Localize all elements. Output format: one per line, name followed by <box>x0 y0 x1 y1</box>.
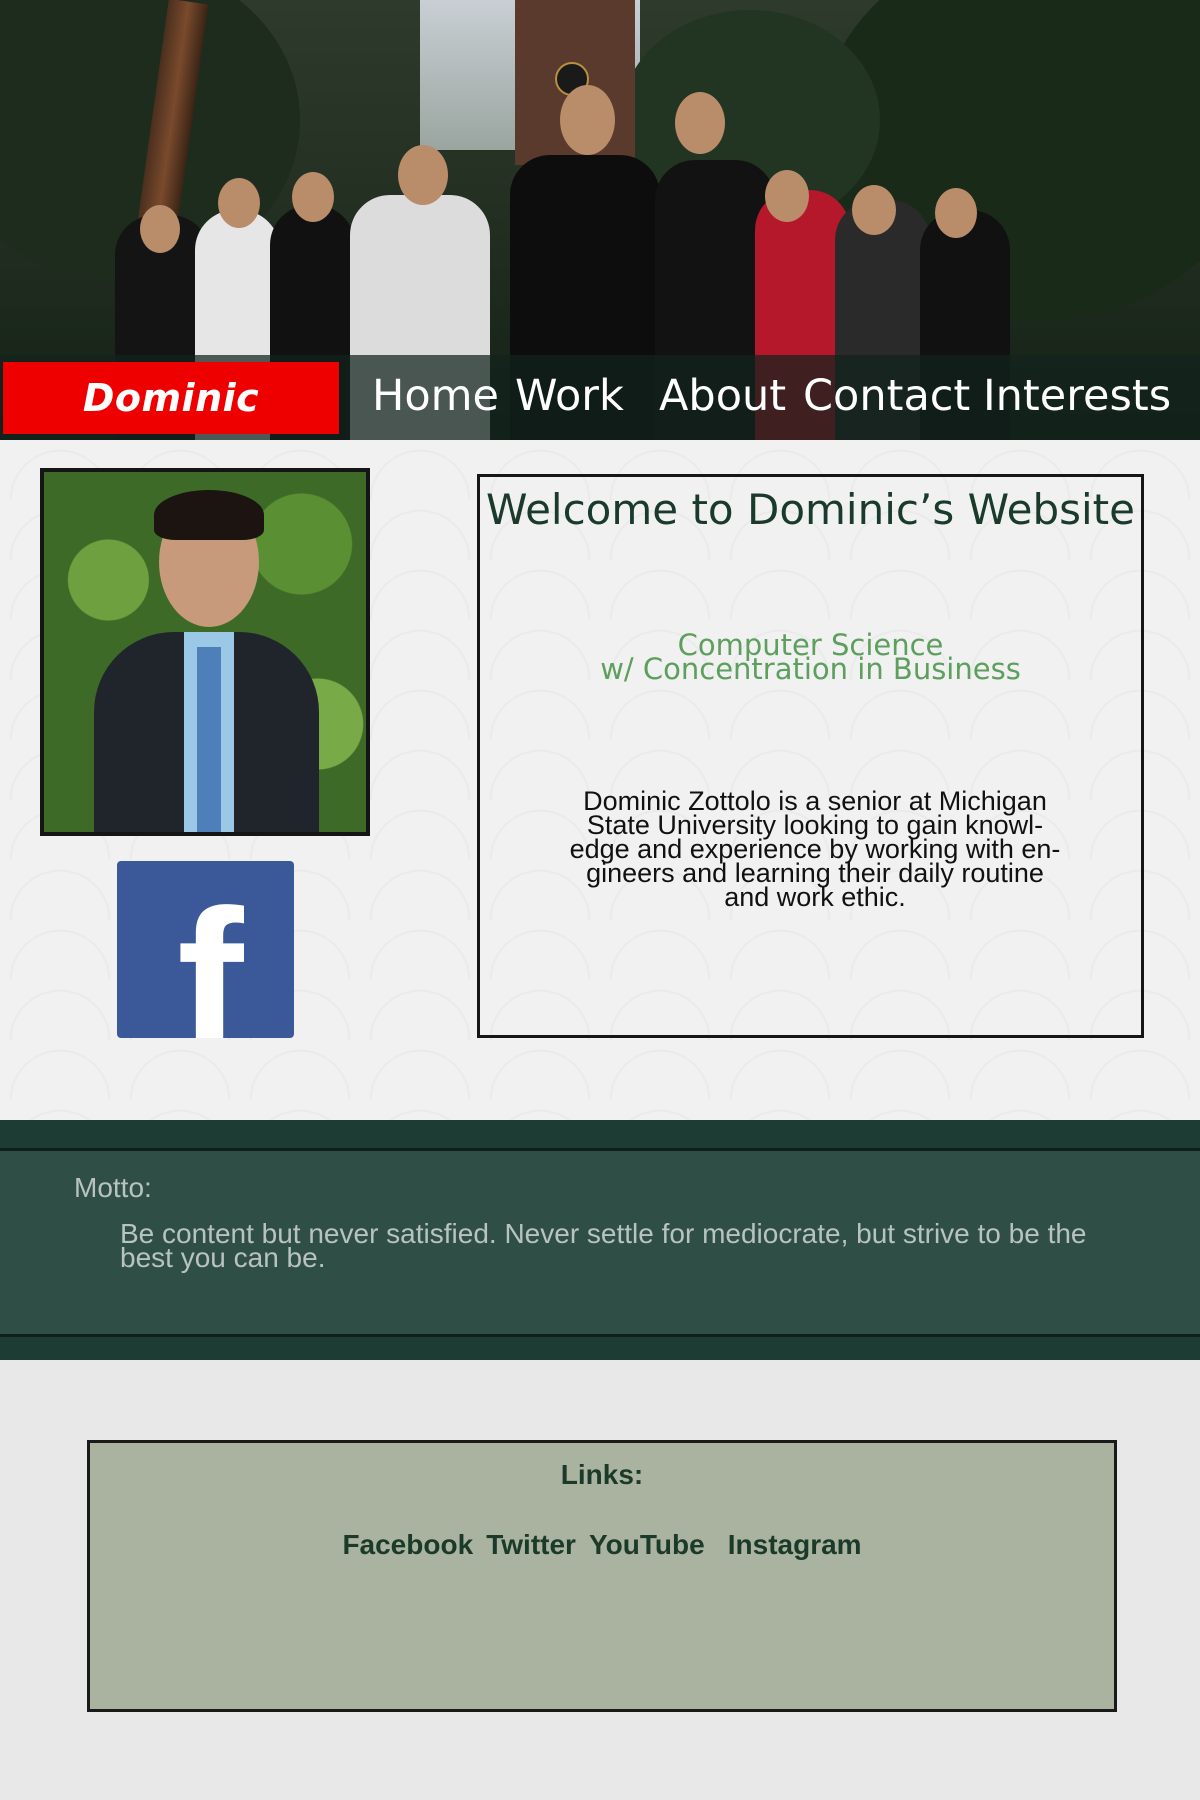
links-title: Links: <box>560 1459 644 1490</box>
page-title: Welcome to Dominic’s Website <box>486 485 1135 534</box>
bio-text: Dominic Zottolo is a senior at Michigan … <box>569 786 1061 912</box>
welcome-panel: Welcome to Dominic’s Website Computer Sc… <box>477 474 1144 1038</box>
links-row: Facebook Twitter YouTube Instagram <box>90 1529 1114 1561</box>
major-text: Computer Science w/ Concentration in Bus… <box>600 628 1021 686</box>
nav-interests[interactable]: Interests <box>983 366 1171 426</box>
link-instagram[interactable]: Instagram <box>728 1529 862 1561</box>
facebook-icon[interactable]: f <box>117 861 294 1038</box>
nav-contact[interactable]: Contact <box>803 366 970 426</box>
motto-label: Motto: <box>74 1172 152 1203</box>
links-panel: Links: Facebook Twitter YouTube Instagra… <box>87 1440 1117 1712</box>
motto-text: Be content but never satisfied. Never se… <box>120 1218 1087 1273</box>
link-twitter[interactable]: Twitter <box>486 1529 576 1561</box>
link-facebook[interactable]: Facebook <box>342 1529 473 1561</box>
brand-logo[interactable]: Dominic Zottolo <box>3 362 339 492</box>
nav-home[interactable]: Home <box>372 366 499 426</box>
profile-photo <box>40 468 370 836</box>
nav-work[interactable]: Work <box>515 366 624 426</box>
link-youtube[interactable]: YouTube <box>589 1529 705 1561</box>
nav-about[interactable]: About <box>659 366 786 426</box>
